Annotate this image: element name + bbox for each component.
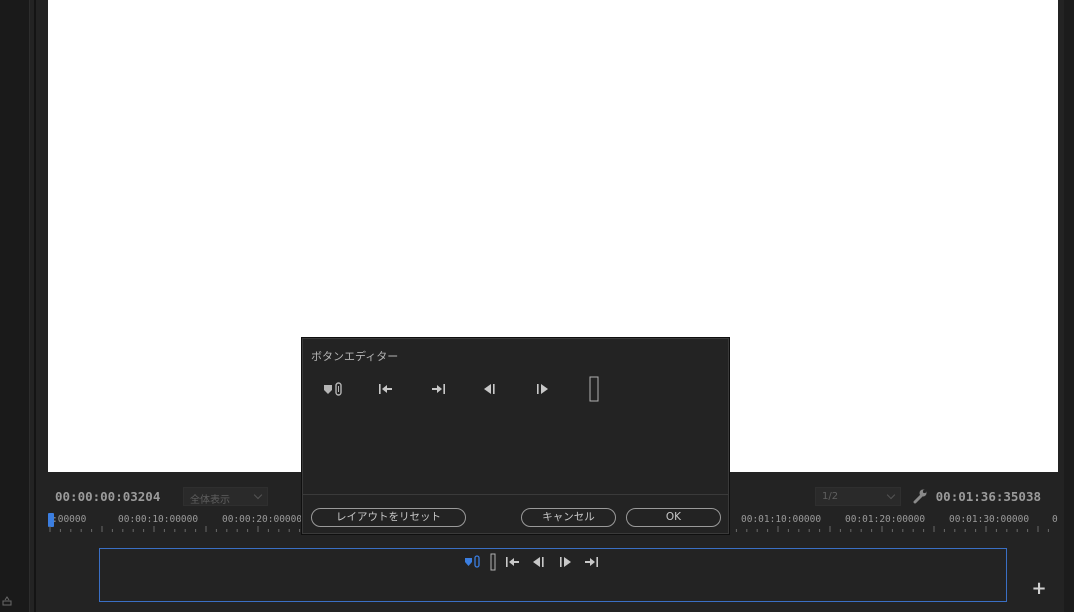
resolution-value: 1/2 xyxy=(822,491,839,502)
program-monitor-panel: 00:00:00:03204 全体表示 1/2 00:01:36:35038 :… xyxy=(0,0,1074,612)
button-editor-dialog: ボタンエディター レイアウトをリセット キャンセル OK xyxy=(301,337,730,535)
ruler-label: 00:00:20:00000 xyxy=(222,514,303,525)
duration-timecode: 00:01:36:35038 xyxy=(935,489,1041,504)
wrench-icon[interactable] xyxy=(912,488,930,504)
marker-link-icon[interactable] xyxy=(464,554,482,570)
reset-layout-button[interactable]: レイアウトをリセット xyxy=(311,508,466,527)
export-frame-icon[interactable] xyxy=(2,596,12,606)
spacer-icon[interactable] xyxy=(581,376,607,402)
step-back-icon[interactable] xyxy=(477,376,503,402)
ruler-label: 0 xyxy=(1052,514,1058,525)
right-panel-edge xyxy=(1064,0,1074,612)
chevron-down-icon xyxy=(886,490,896,500)
chevron-down-icon xyxy=(253,490,263,500)
ruler-label: :00000 xyxy=(52,514,87,525)
available-buttons xyxy=(302,376,622,406)
zoom-level-select[interactable]: 全体表示 xyxy=(183,487,268,506)
step-forward-icon[interactable] xyxy=(529,376,555,402)
step-back-icon[interactable] xyxy=(530,554,548,570)
ruler-label: 00:01:10:00000 xyxy=(741,514,822,525)
ok-button[interactable]: OK xyxy=(626,508,721,527)
zoom-level-value: 全体表示 xyxy=(190,495,230,506)
left-panel-strip xyxy=(0,0,30,612)
cancel-button[interactable]: キャンセル xyxy=(521,508,616,527)
ruler-label: 00:01:30:00000 xyxy=(949,514,1030,525)
transport-buttons xyxy=(464,552,600,572)
dialog-title: ボタンエディター xyxy=(311,350,399,363)
playback-resolution-select[interactable]: 1/2 xyxy=(815,487,901,506)
transport-button-bar[interactable] xyxy=(99,548,1007,602)
go-to-in-icon[interactable] xyxy=(373,376,399,402)
ruler-label: 00:00:10:00000 xyxy=(118,514,199,525)
go-to-in-icon[interactable] xyxy=(504,554,522,570)
button-editor-add-button[interactable]: + xyxy=(1030,580,1048,598)
panel-divider[interactable] xyxy=(34,0,36,612)
playhead-timecode[interactable]: 00:00:00:03204 xyxy=(55,489,160,504)
go-to-out-icon[interactable] xyxy=(425,376,451,402)
marker-link-icon[interactable] xyxy=(321,376,347,402)
ruler-label: 00:01:20:00000 xyxy=(845,514,926,525)
step-forward-icon[interactable] xyxy=(556,554,574,570)
dialog-divider xyxy=(302,494,729,495)
go-to-out-icon[interactable] xyxy=(582,554,600,570)
spacer-icon[interactable] xyxy=(490,553,496,571)
